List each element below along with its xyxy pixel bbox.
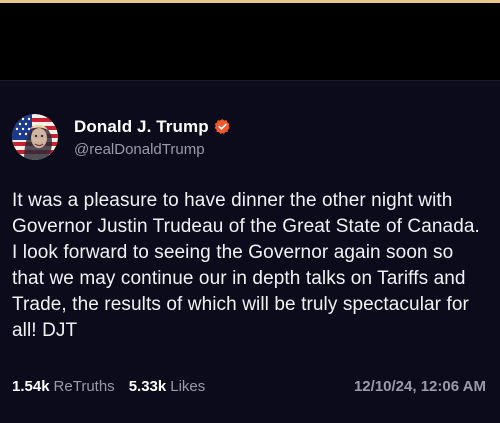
screen: Donald J. Trump @realDonaldTrump It was … (0, 0, 500, 423)
profile-avatar[interactable] (12, 114, 58, 160)
likes-count: 5.33k (128, 378, 167, 395)
display-name[interactable]: Donald J. Trump (74, 117, 209, 137)
post-header: Donald J. Trump @realDonaldTrump (12, 114, 231, 160)
likes-stat[interactable]: 5.33k Likes (129, 378, 206, 395)
retruths-count: 1.54k (12, 378, 50, 395)
retruths-stat[interactable]: 1.54k ReTruths (12, 378, 115, 395)
display-name-row: Donald J. Trump (74, 117, 231, 137)
verified-badge-icon (214, 118, 231, 135)
user-handle[interactable]: @realDonaldTrump (74, 141, 231, 158)
retruths-label: ReTruths (53, 378, 115, 395)
post-timestamp[interactable]: 12/10/24, 12:06 AM (354, 378, 486, 395)
top-accent-bar (0, 0, 500, 3)
author-names: Donald J. Trump @realDonaldTrump (74, 117, 231, 158)
post-body-text: It was a pleasure to have dinner the oth… (12, 190, 480, 341)
post-card: Donald J. Trump @realDonaldTrump It was … (0, 80, 500, 423)
likes-label: Likes (170, 378, 206, 395)
post-footer: 1.54k ReTruths 5.33k Likes 12/10/24, 12:… (12, 378, 486, 395)
